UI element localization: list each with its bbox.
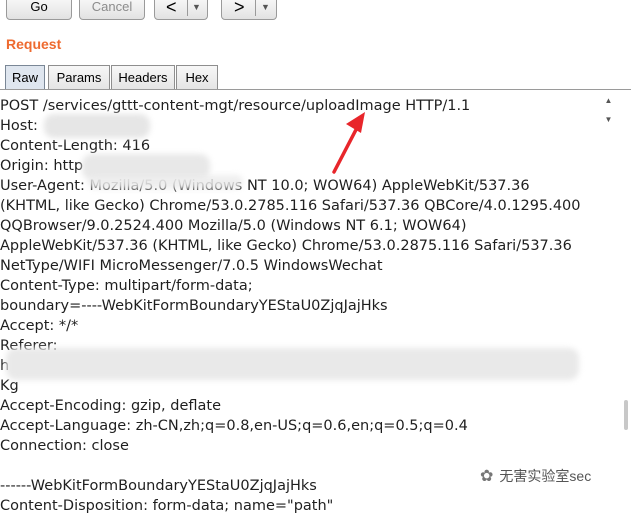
watermark: ✿ 无害实验室sec <box>480 466 591 486</box>
watermark-text: 无害实验室sec <box>499 468 592 484</box>
annotation-arrow-icon <box>332 112 365 174</box>
wechat-icon: ✿ <box>480 468 494 485</box>
